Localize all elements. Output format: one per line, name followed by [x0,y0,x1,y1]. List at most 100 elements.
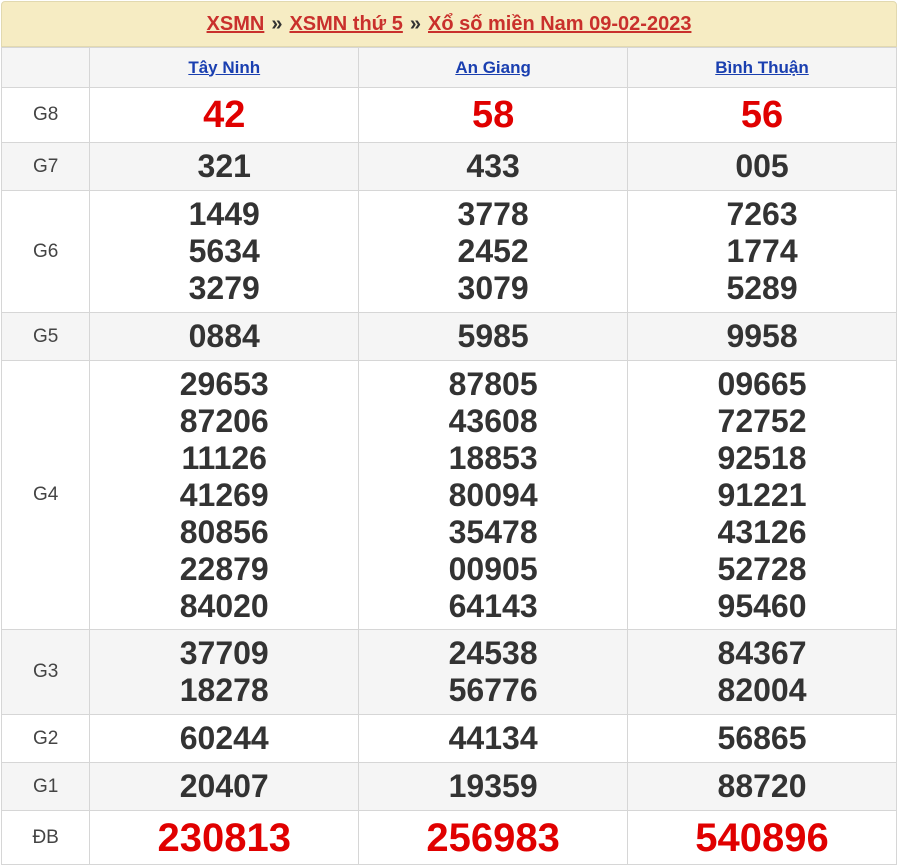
header-province-binh-thuan: Bình Thuận [627,47,897,88]
prize-number: 56 [740,94,784,136]
prize-number: 321 [197,148,251,184]
prize-row-g5: G5 0884 5985 9958 [0,312,897,361]
prize-row-g3: G3 37709 18278 24538 56776 84367 82004 [0,629,897,715]
prize-cell-g3-col1: 24538 56776 [358,629,629,715]
prize-cell-g5-col0: 0884 [89,312,360,361]
prize-cell-g4-col1: 87805 43608 18853 80094 35478 00905 64143 [358,360,629,630]
prize-cell-db-col1: 256983 [358,810,629,865]
prize-cell-g4-col0: 29653 87206 11126 41269 80856 22879 84020 [89,360,360,630]
prize-cell-g7-col0: 321 [89,142,360,191]
results-body: G8 42 58 56 G7 321 433 005 G6 1449 5634 3279 3778 245… [0,87,897,865]
prize-cell-g6-col0: 1449 5634 3279 [89,190,360,313]
prize-number: 42 [203,94,246,136]
prize-cell-db-col0: 230813 [89,810,360,865]
prize-cell-g8-col1: 58 [358,87,629,143]
prize-number: 20407 [179,768,269,804]
prize-cell-g7-col1: 433 [358,142,629,191]
prize-number: 9958 [726,318,798,354]
prize-label-g1: G1 [0,762,91,811]
prize-number: 7263 [726,196,798,232]
prize-number: 72752 [717,402,807,439]
prize-number: 82004 [717,672,807,708]
breadcrumb-link-xsmn[interactable]: XSMN [207,13,265,36]
prize-number: 87206 [179,402,269,439]
prize-cell-g2-col1: 44134 [358,714,629,763]
breadcrumb-link-date[interactable]: Xổ số miền Nam 09-02-2023 [428,13,691,36]
province-link-an-giang[interactable]: An Giang [455,58,531,77]
breadcrumb: XSMN » XSMN thứ 5 » Xổ số miền Nam 09-02… [1,1,897,47]
prize-number: 24538 [448,635,538,671]
prize-label-g6: G6 [0,190,91,313]
prize-number: 91221 [717,476,807,513]
prize-number: 5289 [726,270,798,306]
prize-cell-g8-col0: 42 [89,87,360,143]
prize-number: 87805 [448,365,538,402]
prize-number: 60244 [179,720,269,756]
prize-number: 56865 [717,720,807,756]
prize-number: 18278 [179,672,269,708]
prize-number: 256983 [426,815,560,860]
prize-number: 95460 [717,587,807,624]
prize-number: 00905 [448,550,538,587]
province-link-binh-thuan[interactable]: Bình Thuận [715,58,808,77]
prize-number: 0884 [188,318,260,354]
prize-number: 11126 [181,439,267,476]
prize-number: 1774 [726,233,798,269]
breadcrumb-separator: » [409,12,421,35]
results-table: Tây Ninh An Giang Bình Thuận G8 42 58 56 G7 3… [0,47,897,865]
prize-number: 80856 [179,513,269,550]
prize-number: 5985 [457,318,529,354]
prize-label-g8: G8 [0,87,91,143]
prize-row-g6: G6 1449 5634 3279 3778 2452 3079 7263 1774 5289 [0,190,897,313]
prize-number: 5634 [188,233,260,269]
prize-number: 09665 [717,365,807,402]
province-link-tay-ninh[interactable]: Tây Ninh [188,58,260,77]
prize-number: 433 [466,148,520,184]
prize-row-g8: G8 42 58 56 [0,87,897,143]
prize-cell-g3-col2: 84367 82004 [627,629,897,715]
prize-row-g7: G7 321 433 005 [0,142,897,191]
prize-number: 80094 [448,476,538,513]
prize-cell-g1-col0: 20407 [89,762,360,811]
prize-number: 2452 [457,233,529,269]
prize-row-g4: G4 29653 87206 11126 41269 80856 22879 84020 878… [0,360,897,630]
prize-cell-g1-col2: 88720 [627,762,897,811]
prize-cell-g2-col2: 56865 [627,714,897,763]
prize-number: 3279 [188,270,260,306]
prize-number: 37709 [179,635,269,671]
breadcrumb-link-xsmn-thu5[interactable]: XSMN thứ 5 [289,13,402,36]
prize-number: 44134 [448,720,538,756]
prize-cell-g5-col1: 5985 [358,312,629,361]
prize-label-g5: G5 [0,312,91,361]
prize-number: 005 [735,148,789,184]
prize-number: 22879 [179,550,269,587]
prize-cell-g7-col2: 005 [627,142,897,191]
prize-number: 58 [471,94,515,136]
prize-cell-g1-col1: 19359 [358,762,629,811]
prize-label-db: ĐB [0,810,91,865]
header-empty-cell [0,47,91,88]
prize-number: 3778 [457,196,529,232]
prize-cell-g8-col2: 56 [627,87,897,143]
breadcrumb-separator: » [271,12,283,35]
prize-number: 19359 [448,768,538,804]
table-header-row: Tây Ninh An Giang Bình Thuận [0,47,897,88]
prize-number: 41269 [179,476,269,513]
prize-cell-db-col2: 540896 [627,810,897,865]
prize-cell-g3-col0: 37709 18278 [89,629,360,715]
prize-number: 230813 [157,815,291,860]
prize-number: 88720 [717,768,807,804]
prize-cell-g4-col2: 09665 72752 92518 91221 43126 52728 95460 [627,360,897,630]
prize-label-g3: G3 [0,629,91,715]
prize-number: 84020 [179,587,269,624]
prize-label-g7: G7 [0,142,91,191]
prize-label-g4: G4 [0,360,91,630]
prize-row-g2: G2 60244 44134 56865 [0,714,897,763]
prize-row-g1: G1 20407 19359 88720 [0,762,897,811]
prize-number: 29653 [179,365,269,402]
prize-number: 43608 [448,402,538,439]
results-page: XSMN » XSMN thứ 5 » Xổ số miền Nam 09-02… [0,1,897,866]
prize-number: 1449 [188,196,260,232]
prize-number: 56776 [448,672,538,708]
header-province-an-giang: An Giang [358,47,629,88]
